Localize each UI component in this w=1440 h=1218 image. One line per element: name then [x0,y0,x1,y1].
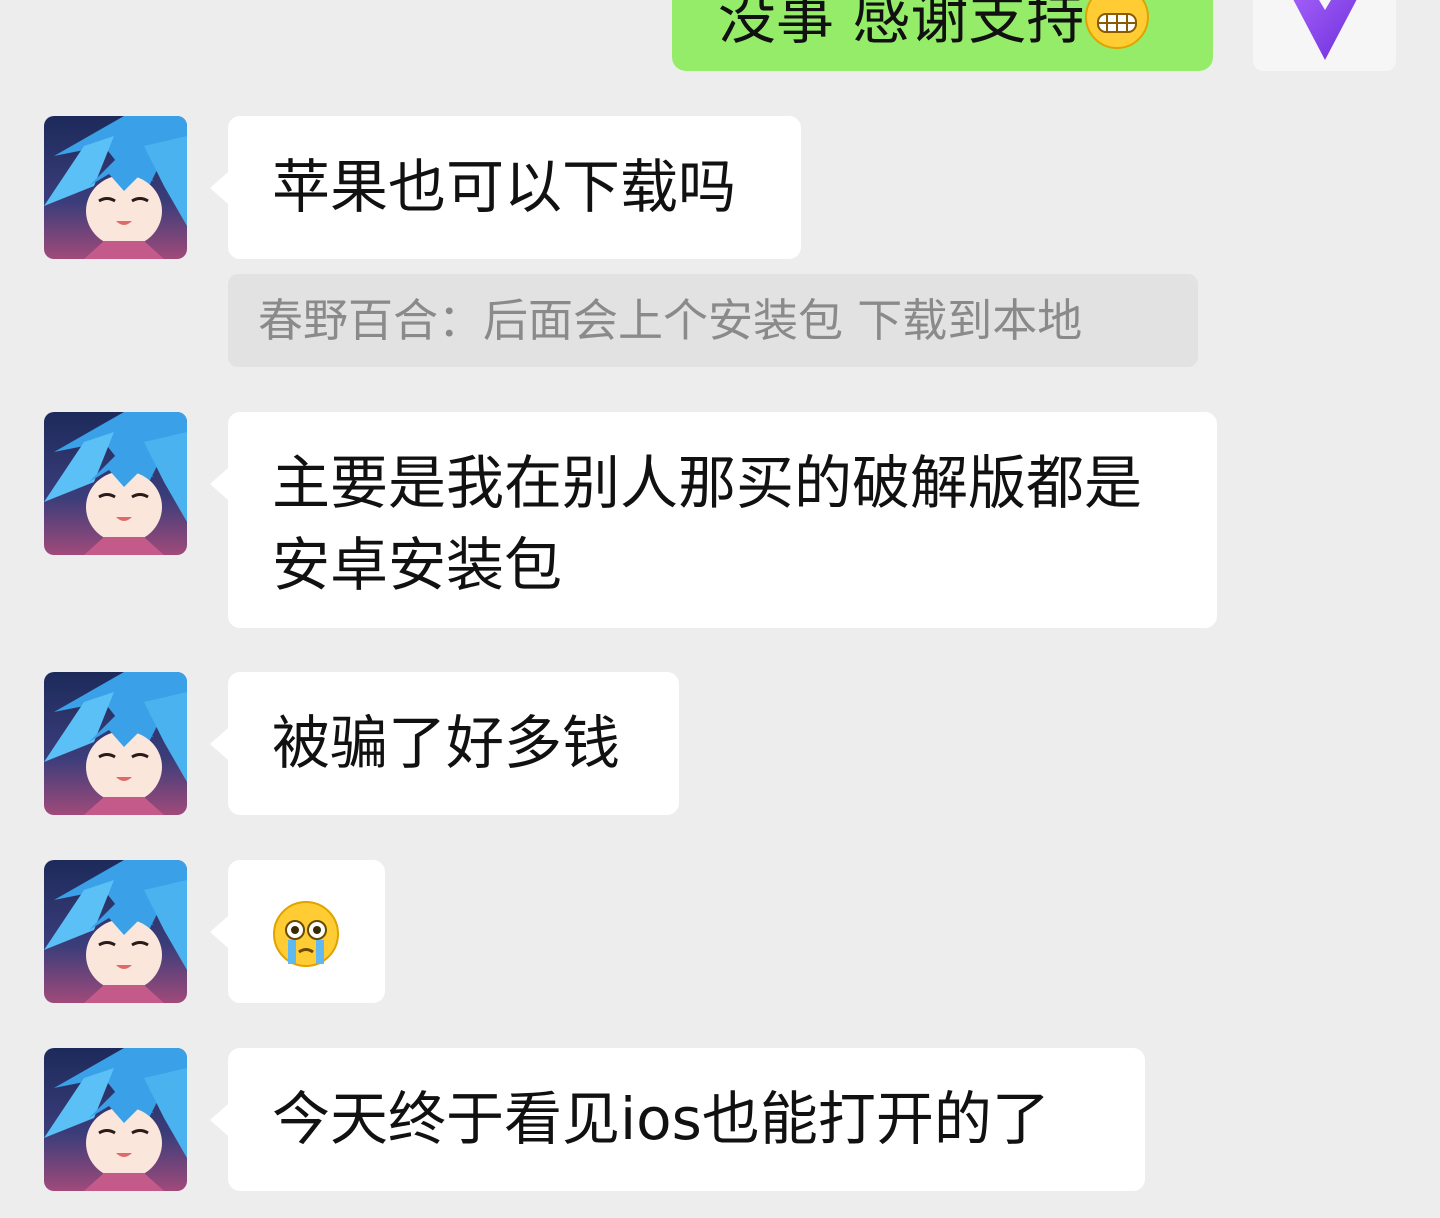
message-bubble[interactable]: 被骗了好多钱 [210,672,679,815]
crying-emoji-icon [273,901,339,967]
anime-girl-avatar-icon [44,672,187,815]
my-avatar[interactable] [1253,0,1396,71]
message-text: 苹果也可以下载吗 [272,153,737,221]
grin-emoji-icon [1084,0,1150,60]
message-text: 今天终于看见ios也能打开的了 [272,1085,1050,1153]
message-text-line: 安卓安装包 [272,531,563,599]
quoted-reply[interactable]: 春野百合：后面会上个安装包 下载到本地 [228,274,1198,367]
anime-girl-avatar-icon [44,1048,187,1191]
anime-girl-avatar-icon [44,116,187,259]
emoji-message-bubble[interactable] [210,860,385,1003]
avatar[interactable] [44,412,187,555]
avatar[interactable] [44,1048,187,1191]
avatar[interactable] [44,860,187,1003]
message-bubble[interactable]: 主要是我在别人那买的破解版都是 安卓安装包 [210,412,1217,628]
anime-girl-avatar-icon [44,860,187,1003]
message-text: 被骗了好多钱 [272,709,621,777]
avatar[interactable] [44,116,187,259]
message-text-line: 主要是我在别人那买的破解版都是 [272,449,1143,517]
quote-text: 春野百合：后面会上个安装包 下载到本地 [258,294,1083,347]
avatar[interactable] [44,672,187,815]
message-bubble[interactable]: 苹果也可以下载吗 [210,116,801,259]
purple-heart-icon [1293,0,1357,60]
outgoing-message-text: 没事 感谢支持 [718,0,1085,53]
outgoing-message-bubble[interactable]: 没事 感谢支持 [672,0,1213,71]
message-bubble[interactable]: 今天终于看见ios也能打开的了 [210,1048,1145,1191]
anime-girl-avatar-icon [44,412,187,555]
